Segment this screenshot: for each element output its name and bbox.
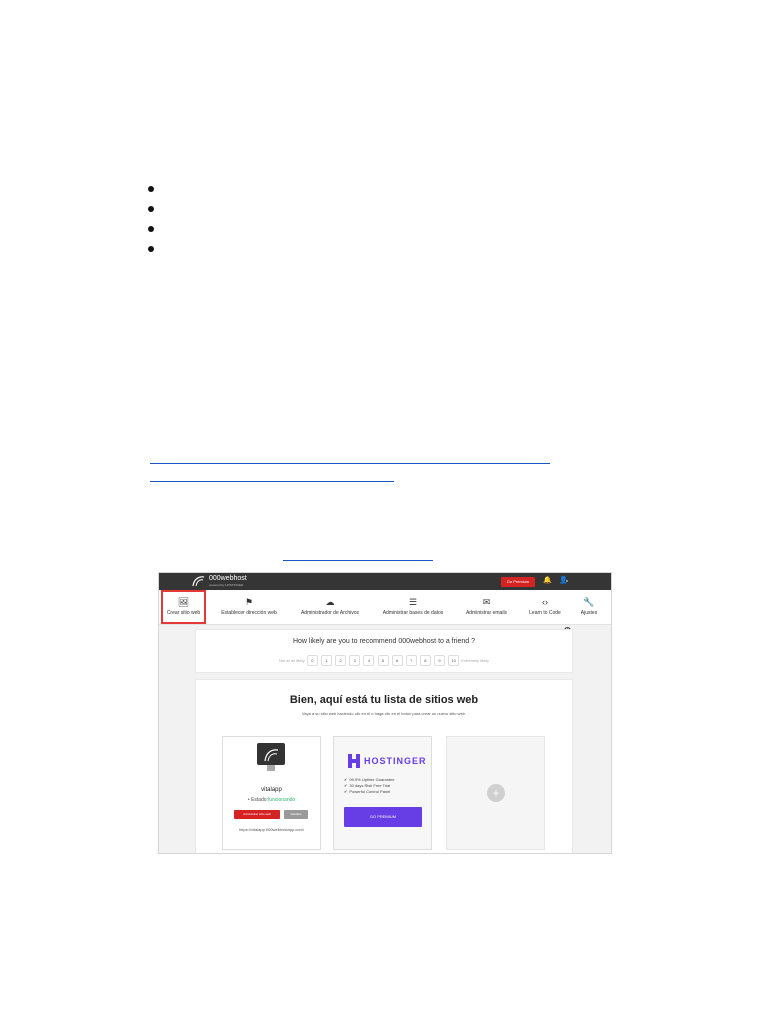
scale-option[interactable]: 0: [306, 655, 318, 666]
manage-site-button[interactable]: Administrar sitio web: [234, 810, 280, 819]
scale-option[interactable]: 2: [335, 655, 347, 666]
brand-subtitle: powered by HOSTINGER: [209, 583, 244, 587]
check-icon: ✔: [344, 777, 348, 782]
scale-option[interactable]: 6: [391, 655, 403, 666]
survey-low-label: Not at all likely: [278, 658, 305, 663]
scale-option[interactable]: 1: [321, 655, 332, 666]
promo-features: ✔ 99.9% Uptime Guarantee ✔ 30 days Risk Fr…: [344, 777, 395, 795]
scale-option[interactable]: 5: [377, 655, 389, 666]
embedded-screenshot: 000webhost powered by HOSTINGER Go Premi…: [158, 572, 612, 854]
status-prefix: • Estado:: [247, 797, 268, 803]
bullet-item: [148, 220, 448, 240]
monitor-icon: [257, 743, 285, 765]
hostinger-brand: HOSTINGER: [364, 756, 427, 766]
nav-administrador-archivos[interactable]: ☁ Administrador de Archivos: [295, 590, 365, 624]
cloud-upload-icon: ☁: [325, 597, 335, 607]
go-premium-button[interactable]: Go Premium: [501, 577, 535, 587]
nav-label: Crear sitio web: [166, 610, 201, 616]
details-button[interactable]: Detalles: [284, 810, 308, 819]
nav-ajustes[interactable]: 🔧 Ajustes: [573, 590, 605, 624]
nav-administrar-bases-datos[interactable]: ☰ Administrar bases de datos: [377, 590, 449, 624]
document-link[interactable]: [150, 481, 394, 482]
go-premium-button[interactable]: GO PREMIUM: [344, 807, 422, 827]
code-icon: ‹›: [542, 597, 548, 607]
document-link[interactable]: [283, 560, 433, 561]
scale-option[interactable]: 10: [448, 655, 460, 666]
nav-learn-to-code[interactable]: ‹› Learn to Code: [523, 590, 567, 624]
image-icon: 🖼: [177, 597, 190, 607]
database-icon: ☰: [408, 597, 418, 607]
document-link[interactable]: [150, 463, 550, 464]
nav-label: Administrar emails: [465, 610, 508, 616]
survey-scale: Not at all likely 0 1 2 3 4 5 6 7 8 9 10…: [196, 655, 572, 666]
nav-label: Administrar bases de datos: [382, 610, 444, 616]
brand-name: 000webhost: [209, 575, 247, 582]
add-site-card[interactable]: +: [446, 736, 545, 850]
check-icon: ✔: [344, 789, 348, 794]
nav-label: Administrador de Archivos: [300, 610, 360, 616]
survey-high-label: Extremely likely: [461, 658, 490, 663]
site-name: vitalapp: [261, 787, 282, 793]
scale-option[interactable]: 8: [419, 655, 431, 666]
hostinger-logo-icon: [348, 754, 360, 768]
bell-icon[interactable]: 🔔: [543, 576, 552, 584]
check-icon: ✔: [344, 783, 348, 788]
nav-label: Learn to Code: [529, 610, 561, 616]
bullet-list: [148, 180, 448, 260]
nav-crear-sitio-web[interactable]: 🖼 Crear sitio web: [161, 590, 206, 624]
bullet-item: [148, 180, 448, 200]
nav-administrar-emails[interactable]: ✉ Administrar emails: [459, 590, 514, 624]
user-label[interactable]: n: [566, 578, 568, 583]
flag-icon: ⚑: [244, 597, 254, 607]
app-topbar: 000webhost powered by HOSTINGER Go Premi…: [159, 573, 611, 590]
hostinger-promo-card: HOSTINGER ✔ 99.9% Uptime Guarantee ✔ 30 da…: [333, 736, 432, 850]
mail-icon: ✉: [482, 597, 491, 607]
nav-label: Establecer dirección web: [221, 610, 277, 616]
bullet-item: [148, 200, 448, 220]
bullet-dot: [148, 226, 154, 232]
bullet-dot: [148, 206, 154, 212]
site-url[interactable]: https://vitalapp.000webhostapp.com/: [223, 827, 320, 832]
logo-icon: [264, 749, 279, 762]
scale-option[interactable]: 4: [363, 655, 375, 666]
plus-icon[interactable]: +: [487, 784, 505, 802]
sites-subtitle: Vaya a su sitio web haciendo clic en él …: [301, 711, 467, 716]
monitor-stand: [267, 765, 275, 771]
site-card[interactable]: vitalapp • Estado:funcionando Administra…: [222, 736, 321, 850]
promo-feature: ✔ Powerful Control Panel: [344, 789, 391, 794]
app-nav: 🖼 Crear sitio web ⚑ Establecer dirección…: [159, 590, 611, 625]
nav-establecer-direccion-web[interactable]: ⚑ Establecer dirección web: [216, 590, 282, 624]
wrench-icon: 🔧: [583, 597, 595, 607]
nav-label: Ajustes: [580, 610, 598, 616]
site-status: • Estado:funcionando: [223, 797, 320, 803]
status-badge: funcionando: [267, 797, 296, 803]
bullet-dot: [148, 246, 154, 252]
bullet-item: [148, 240, 448, 260]
sites-panel: Bien, aquí está tu lista de sitios web V…: [195, 679, 573, 853]
recommend-survey: How likely are you to recommend 000webho…: [195, 629, 573, 673]
scale-option[interactable]: 7: [405, 655, 417, 666]
survey-question: How likely are you to recommend 000webho…: [292, 638, 476, 645]
bullet-dot: [148, 186, 154, 192]
sites-title: Bien, aquí está tu lista de sitios web: [289, 694, 479, 706]
scale-option[interactable]: 3: [349, 655, 361, 666]
scale-option[interactable]: 9: [434, 655, 445, 666]
logo-icon: [192, 576, 205, 587]
